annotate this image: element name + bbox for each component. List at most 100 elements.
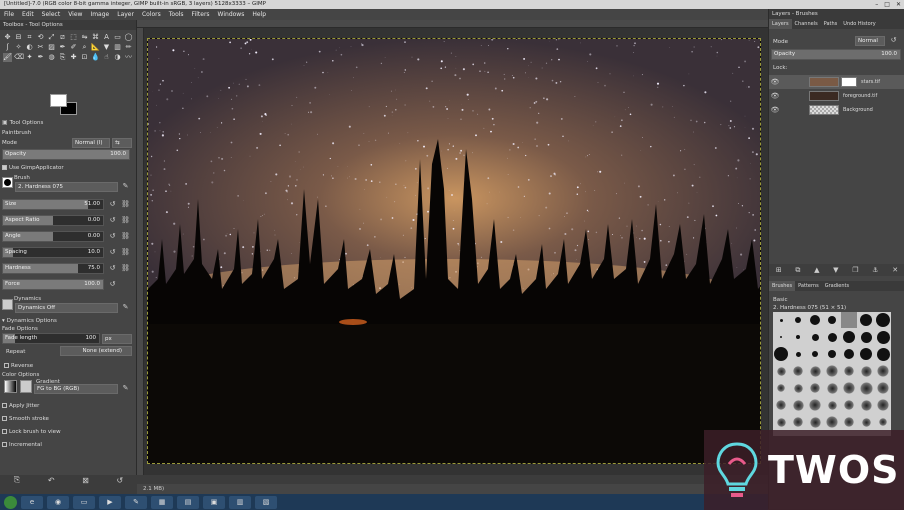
brush-swatch[interactable]	[858, 414, 874, 430]
link-angle-icon[interactable]: ⛓	[121, 232, 130, 241]
brush-swatch[interactable]	[773, 312, 789, 328]
brush-swatch[interactable]	[875, 312, 891, 328]
force-slider[interactable]: Force 100.0	[2, 279, 104, 290]
tab-undo-history[interactable]: Undo History	[840, 19, 878, 29]
taskbar-chrome-icon[interactable]: ◉	[47, 495, 69, 509]
delete-options-icon[interactable]: ⊠	[82, 476, 89, 485]
taskbar-app-icon[interactable]: ▦	[151, 495, 173, 509]
menu-windows[interactable]: Windows	[214, 9, 249, 20]
brush-swatch[interactable]	[773, 329, 789, 345]
brush-swatch[interactable]	[841, 363, 857, 379]
taskbar-gimp-icon[interactable]: ✎	[125, 495, 147, 509]
paintbrush-tool-icon[interactable]: 🖌	[3, 53, 12, 62]
lock-brush-checkbox[interactable]: Lock brush to view	[2, 426, 61, 437]
minimize-button[interactable]: –	[875, 0, 878, 9]
eye-icon[interactable]: 👁	[769, 78, 781, 86]
restore-options-icon[interactable]: ↶	[48, 476, 55, 485]
brush-swatch[interactable]	[807, 397, 823, 413]
reset-options-icon[interactable]: ↺	[116, 476, 123, 485]
mypaint-tool-icon[interactable]: ◍	[47, 53, 56, 62]
scissors-tool-icon[interactable]: ✂	[36, 43, 45, 52]
brush-swatch[interactable]	[875, 346, 891, 362]
layer-row[interactable]: 👁 stars.tif	[769, 75, 904, 89]
angle-slider[interactable]: Angle 0.00	[2, 231, 104, 242]
maximize-button[interactable]: □	[884, 0, 890, 9]
reset-angle-icon[interactable]: ↺	[108, 232, 117, 241]
gradient-preview[interactable]	[4, 380, 17, 393]
brush-swatch[interactable]	[773, 414, 789, 430]
brush-swatch[interactable]	[858, 397, 874, 413]
gradient-reverse-button[interactable]	[20, 380, 32, 393]
fuzzy-select-tool-icon[interactable]: ✧	[14, 43, 23, 52]
image-canvas[interactable]	[147, 38, 761, 464]
layer-mode-select[interactable]: Normal	[855, 36, 885, 46]
text-tool-icon[interactable]: A	[102, 33, 111, 42]
brush-swatch[interactable]	[858, 346, 874, 362]
brush-swatch[interactable]	[807, 380, 823, 396]
duplicate-layer-icon[interactable]: ❐	[852, 266, 858, 274]
layer-row[interactable]: 👁 foreground.tif	[769, 89, 904, 103]
menu-filters[interactable]: Filters	[188, 9, 214, 20]
vertical-ruler[interactable]	[137, 28, 144, 475]
blur-tool-icon[interactable]: 💧	[91, 53, 100, 62]
pencil-tool-icon[interactable]: ✏	[124, 43, 133, 52]
edit-brush-icon[interactable]: ✎	[121, 182, 130, 191]
brush-swatch[interactable]	[875, 329, 891, 345]
link-spacing-icon[interactable]: ⛓	[121, 248, 130, 257]
start-button[interactable]	[4, 495, 17, 509]
brush-swatch[interactable]	[824, 329, 840, 345]
rotate-tool-icon[interactable]: ⟲	[36, 33, 45, 42]
tab-patterns[interactable]: Patterns	[795, 281, 822, 291]
menu-layer[interactable]: Layer	[113, 9, 138, 20]
opacity-slider[interactable]: Opacity 100.0	[2, 149, 130, 160]
save-options-icon[interactable]: ⎘	[14, 475, 20, 485]
shear-tool-icon[interactable]: ⧄	[58, 33, 67, 42]
smooth-stroke-checkbox[interactable]: Smooth stroke	[2, 413, 49, 424]
taskbar-app-icon[interactable]: ▥	[229, 495, 251, 509]
perspective-clone-tool-icon[interactable]: ⊡	[80, 53, 89, 62]
edit-dynamics-icon[interactable]: ✎	[121, 303, 130, 312]
close-button[interactable]: ✕	[896, 0, 901, 9]
brush-swatch[interactable]	[790, 312, 806, 328]
link-size-icon[interactable]: ⛓	[121, 200, 130, 209]
mode-select[interactable]: Normal (l)	[72, 138, 110, 148]
apply-jitter-checkbox[interactable]: Apply Jitter	[2, 400, 39, 411]
size-slider[interactable]: Size 51.00	[2, 199, 104, 210]
brush-swatch[interactable]	[824, 414, 840, 430]
brush-swatch[interactable]	[773, 346, 789, 362]
brush-swatch[interactable]	[875, 363, 891, 379]
smudge-tool-icon[interactable]: ☝	[102, 53, 111, 62]
menu-file[interactable]: File	[0, 9, 18, 20]
fade-unit-select[interactable]: px	[102, 334, 132, 344]
aspect-slider[interactable]: Aspect Ratio 0.00	[2, 215, 104, 226]
incremental-checkbox[interactable]: Incremental	[2, 439, 42, 450]
taskbar-app-icon[interactable]: ▤	[177, 495, 199, 509]
brush-swatch[interactable]	[807, 329, 823, 345]
brush-swatch[interactable]	[841, 380, 857, 396]
menu-help[interactable]: Help	[248, 9, 270, 20]
brush-swatch[interactable]	[807, 363, 823, 379]
brush-swatch[interactable]	[807, 346, 823, 362]
dynamics-preview[interactable]	[2, 299, 13, 310]
tab-paths[interactable]: Paths	[821, 19, 841, 29]
foreground-color-swatch[interactable]	[50, 94, 67, 107]
rect-select-tool-icon[interactable]: ▭	[113, 33, 122, 42]
link-aspect-icon[interactable]: ⛓	[121, 216, 130, 225]
dodge-burn-tool-icon[interactable]: ◑	[113, 53, 122, 62]
brush-swatch[interactable]	[875, 397, 891, 413]
brush-swatch[interactable]	[790, 346, 806, 362]
cage-tool-icon[interactable]: ⌘	[91, 33, 100, 42]
color-picker-tool-icon[interactable]: ✐	[69, 43, 78, 52]
brush-preview[interactable]	[2, 177, 13, 188]
anchor-layer-icon[interactable]: ⚓	[872, 266, 878, 274]
link-hardness-icon[interactable]: ⛓	[121, 264, 130, 273]
brush-swatch[interactable]	[790, 380, 806, 396]
brush-swatch[interactable]	[841, 312, 857, 328]
scale-tool-icon[interactable]: ⤢	[47, 33, 56, 42]
taskbar-app-icon[interactable]: ▣	[203, 495, 225, 509]
brush-swatch[interactable]	[824, 380, 840, 396]
heal-tool-icon[interactable]: ✚	[69, 53, 78, 62]
horizontal-ruler[interactable]	[137, 20, 768, 28]
align-tool-icon[interactable]: ⊟	[14, 33, 23, 42]
brush-swatch[interactable]	[773, 380, 789, 396]
